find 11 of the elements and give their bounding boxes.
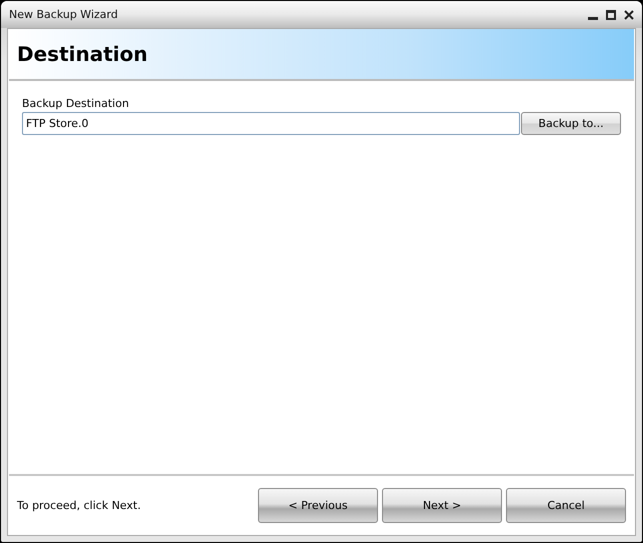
page-heading: Destination: [17, 42, 148, 66]
close-icon[interactable]: [624, 10, 634, 20]
window-title: New Backup Wizard: [9, 8, 119, 21]
backup-to-button[interactable]: Backup to...: [521, 112, 621, 135]
previous-button[interactable]: < Previous: [258, 488, 378, 523]
cancel-button[interactable]: Cancel: [506, 488, 626, 523]
destination-field[interactable]: FTP Store.0: [22, 112, 520, 135]
next-button[interactable]: Next >: [382, 488, 502, 523]
field-label: Backup Destination: [22, 97, 130, 110]
maximize-icon[interactable]: [606, 10, 616, 20]
hint-text: To proceed, click Next.: [17, 499, 142, 512]
